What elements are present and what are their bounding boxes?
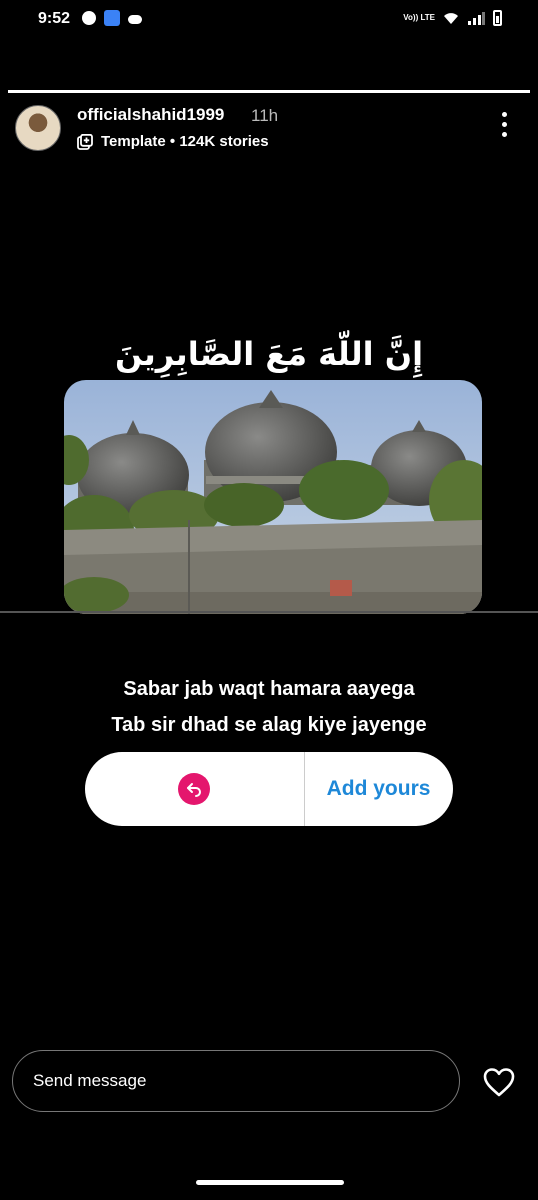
username[interactable]: officialshahid1999	[77, 105, 224, 125]
template-label: Template • 124K stories	[101, 133, 269, 150]
add-yours-view-button[interactable]	[85, 752, 304, 826]
caption-line-2: Tab sir dhad se alag kiye jayenge	[111, 714, 427, 736]
chrome-notification-icon	[82, 11, 96, 25]
more-options-button[interactable]	[494, 112, 514, 142]
reply-arrow-icon	[187, 783, 201, 797]
add-yours-sticker[interactable]: Add yours	[85, 752, 453, 826]
home-indicator[interactable]	[196, 1180, 344, 1185]
more-vertical-icon	[501, 112, 507, 117]
arabic-verse: إِنَّ اللّهَ مَعَ الصَّابِرِينَ	[114, 335, 424, 373]
story-divider	[0, 611, 538, 613]
avatar[interactable]	[15, 105, 61, 151]
app-notification-icon	[104, 10, 120, 26]
system-icons: Vo)) LTE	[403, 10, 502, 26]
signal-icon	[468, 12, 485, 25]
template-add-icon	[77, 133, 93, 150]
reply-badge	[178, 773, 210, 805]
mosque-photo-illustration	[64, 380, 482, 614]
send-message-input[interactable]	[12, 1050, 460, 1112]
status-bar: 9:52 Vo)) LTE	[0, 0, 538, 40]
cloud-icon	[128, 15, 142, 24]
caption-line-1: Sabar jab waqt hamara aayega	[123, 678, 415, 700]
status-time: 9:52	[38, 10, 71, 27]
notification-icons	[82, 10, 142, 26]
battery-icon	[493, 10, 502, 26]
time-ago: 11h	[251, 106, 279, 125]
story-photo	[64, 380, 482, 614]
wifi-icon	[444, 13, 458, 24]
story-progress-bar	[8, 90, 530, 93]
add-yours-button[interactable]: Add yours	[304, 752, 453, 826]
volte-label: Vo)) LTE	[403, 13, 435, 22]
heart-icon[interactable]	[482, 1066, 516, 1098]
story-progress-fill	[8, 90, 530, 93]
template-row[interactable]: Template • 124K stories	[77, 133, 269, 150]
